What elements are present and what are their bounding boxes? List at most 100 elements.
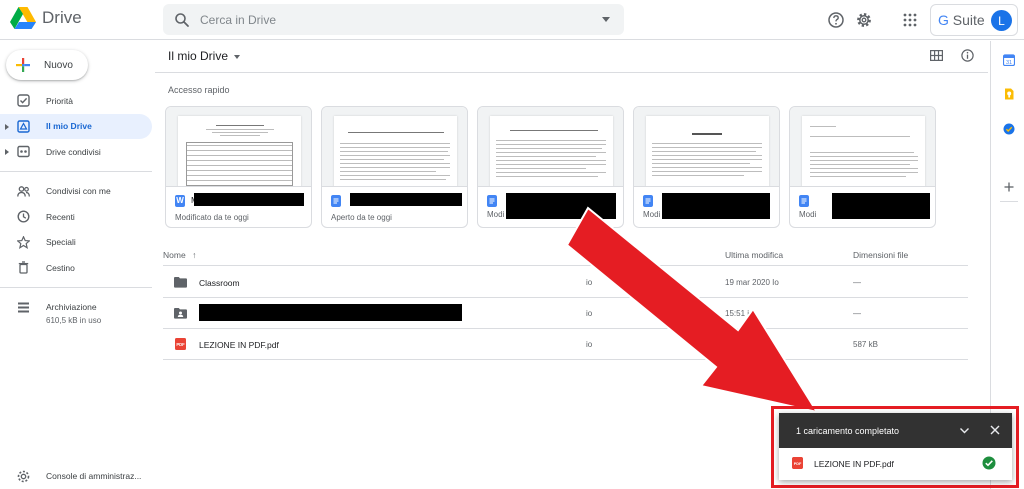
upload-file-name: LEZIONE IN PDF.pdf — [814, 459, 894, 469]
help-circle-icon[interactable] — [827, 11, 845, 29]
tasks-icon[interactable] — [1003, 123, 1015, 135]
redacted-title — [350, 193, 462, 206]
column-owner[interactable]: rio — [621, 250, 630, 260]
upload-status-title: 1 caricamento completato — [796, 426, 900, 436]
pdf-icon: PDF — [175, 338, 186, 350]
svg-text:PDF: PDF — [794, 462, 802, 466]
redacted-subtitle — [506, 206, 616, 219]
search-input[interactable] — [200, 12, 580, 27]
search-options-icon[interactable] — [602, 17, 610, 22]
gear-icon[interactable] — [855, 11, 873, 29]
docs-file-icon — [331, 195, 341, 207]
svg-text:31: 31 — [1006, 60, 1012, 66]
file-modified: 19 mar 2020 Io — [725, 278, 779, 287]
drive-title-dropdown[interactable]: Il mio Drive — [168, 49, 241, 63]
sidebar-item-label: Il mio Drive — [46, 121, 92, 132]
file-row[interactable]: Classroom io 19 mar 2020 Io — — [163, 267, 968, 298]
file-modified: 15:51 io — [725, 309, 754, 318]
file-name: LEZIONE IN PDF.pdf — [199, 340, 279, 350]
redacted-file-name — [199, 304, 462, 321]
card-subtitle: Aperto da te oggi — [331, 213, 392, 222]
file-size: — — [853, 278, 861, 287]
apps-grid-icon[interactable] — [901, 11, 919, 29]
shared-folder-icon — [174, 308, 187, 319]
close-icon[interactable] — [990, 425, 1000, 435]
file-modified: 3 io — [735, 340, 748, 349]
sidebar-item-label: Priorità — [46, 95, 73, 106]
search-icon[interactable] — [174, 12, 190, 28]
sidebar-item-label: Cestino — [46, 262, 75, 273]
check-circle-icon — [982, 456, 996, 470]
file-owner: io — [586, 309, 593, 318]
sidebar-item-label: Console di amministraz... — [46, 471, 142, 481]
drive-icon — [17, 119, 30, 133]
chevron-down-icon[interactable] — [959, 425, 970, 436]
sort-arrow-up-icon[interactable]: ↑ — [192, 250, 196, 260]
column-last-modified[interactable]: Ultima modifica — [725, 250, 783, 260]
gsuite-account[interactable]: G Suite L — [930, 4, 1018, 36]
sidebar-item-admin-console[interactable]: Console di amministraz... — [0, 468, 155, 484]
expand-arrow-icon[interactable] — [5, 123, 9, 130]
gsuite-logo: G Suite — [938, 12, 985, 28]
sidebar-item-condivisi-con-me[interactable]: Condivisi con me — [0, 179, 152, 205]
docs-file-icon — [487, 195, 497, 207]
rail-divider — [1000, 201, 1018, 202]
redacted-title — [506, 193, 616, 206]
clock-icon — [17, 210, 30, 223]
info-icon[interactable] — [961, 49, 974, 62]
file-size: — — [853, 309, 861, 318]
sidebar-item-drive-condivisi[interactable]: Drive condivisi — [0, 139, 152, 165]
card-subtitle: Modi — [487, 210, 505, 219]
star-icon — [17, 235, 30, 249]
quick-access-card[interactable]: W M Modificato da te oggi — [165, 106, 312, 228]
quick-access-card[interactable]: Modi — [789, 106, 936, 228]
docs-file-icon — [643, 195, 653, 207]
sidebar-item-recenti[interactable]: Recenti — [0, 204, 152, 230]
avatar[interactable]: L — [991, 10, 1012, 31]
sidebar-item-label: Recenti — [46, 211, 75, 222]
storage-used: 610,5 kB in uso — [46, 316, 102, 325]
grid-view-icon[interactable] — [930, 50, 943, 61]
sidebar-item-priorita[interactable]: Priorità — [0, 88, 152, 114]
file-row[interactable]: io 15:51 io — — [163, 298, 968, 329]
upload-panel-header: 1 caricamento completato — [779, 413, 1012, 448]
quick-access-card[interactable]: Modi — [477, 106, 624, 228]
word-file-icon: W — [175, 195, 185, 207]
new-button-label: Nuovo — [44, 59, 73, 71]
drive-logo-icon — [10, 7, 36, 29]
quick-access-card[interactable]: Modi — [633, 106, 780, 228]
column-file-size[interactable]: Dimensioni file — [853, 250, 908, 260]
document-thumbnail — [478, 107, 623, 187]
upload-item[interactable]: PDF LEZIONE IN PDF.pdf — [779, 448, 1012, 480]
sidebar-item-label: Archiviazione — [46, 302, 97, 313]
drive-logo[interactable]: Drive — [10, 7, 82, 29]
shared-drive-icon — [17, 145, 30, 158]
file-row[interactable]: PDF LEZIONE IN PDF.pdf io 3 io 587 kB — [163, 329, 968, 360]
people-icon — [17, 185, 30, 197]
file-list-header: Nome ↑ rio Ultima modifica Dimensioni fi… — [163, 246, 968, 266]
sidebar-item-label: Drive condivisi — [46, 146, 101, 157]
card-subtitle: Modi — [643, 210, 661, 219]
calendar-icon[interactable]: 31 — [1003, 54, 1015, 66]
sidebar-nav: Priorità Il mio Drive Drive condivisi Co… — [0, 88, 155, 320]
search-bar[interactable] — [163, 4, 624, 35]
expand-arrow-icon[interactable] — [5, 149, 9, 155]
sidebar-item-label: Condivisi con me — [46, 186, 111, 197]
svg-text:PDF: PDF — [176, 342, 185, 347]
redacted-subtitle — [662, 206, 770, 219]
quick-access-card[interactable]: Aperto da te oggi — [321, 106, 468, 228]
column-name[interactable]: Nome ↑ — [163, 250, 196, 260]
check-box-icon — [17, 94, 30, 107]
sidebar-item-il-mio-drive[interactable]: Il mio Drive — [0, 113, 152, 139]
keep-icon[interactable] — [1003, 88, 1015, 100]
sidebar-item-cestino[interactable]: Cestino — [0, 255, 152, 281]
new-button[interactable]: Nuovo — [6, 50, 88, 80]
redacted-title — [194, 193, 304, 206]
file-size: 587 kB — [853, 340, 878, 349]
quick-access-title: Accesso rapido — [168, 85, 230, 95]
plus-icon[interactable] — [1003, 181, 1015, 193]
card-subtitle: Modi — [799, 210, 817, 219]
sidebar-item-speciali[interactable]: Speciali — [0, 230, 152, 256]
sidebar-item-label: Speciali — [46, 237, 76, 248]
document-thumbnail — [634, 107, 779, 187]
